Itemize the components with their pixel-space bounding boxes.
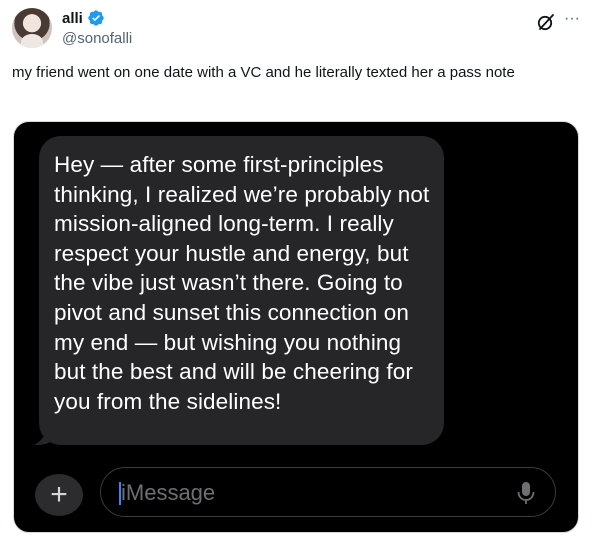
tweet-header: alli @sonofalli ··· (12, 8, 583, 52)
microphone-icon[interactable] (515, 480, 537, 506)
add-attachment-button[interactable]: + (35, 474, 83, 516)
avatar[interactable] (12, 8, 52, 48)
tweet-media-image[interactable]: Hey — after some first-principles thinki… (13, 121, 579, 533)
message-bubble: Hey — after some first-principles thinki… (39, 136, 444, 445)
author-name-row: alli (62, 9, 105, 27)
tweet-text: my friend went on one date with a VC and… (12, 64, 515, 81)
plus-icon: + (50, 478, 68, 511)
author-name[interactable]: alli (62, 10, 83, 27)
author-handle[interactable]: @sonofalli (62, 30, 132, 47)
message-text: Hey — after some first-principles thinki… (54, 152, 430, 414)
more-icon[interactable]: ··· (562, 11, 582, 32)
message-input[interactable]: iMessage (100, 467, 556, 517)
verified-badge-icon (88, 10, 104, 26)
message-placeholder: iMessage (121, 480, 216, 505)
grok-icon[interactable] (536, 12, 556, 32)
